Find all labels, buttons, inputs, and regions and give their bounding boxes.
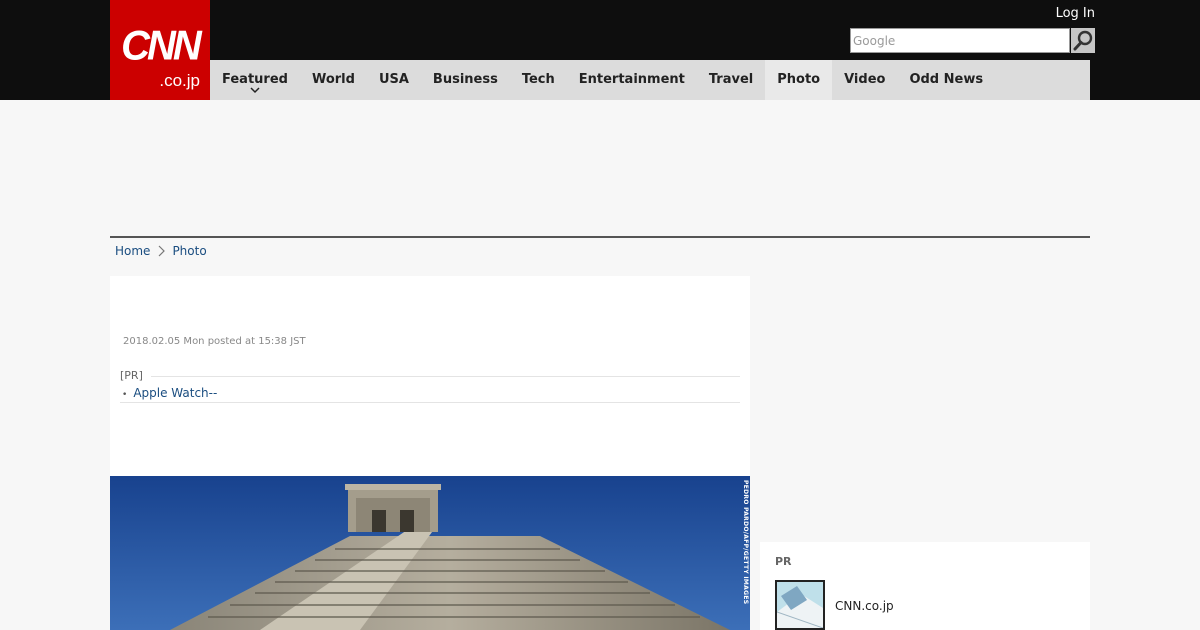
chevron-right-icon (159, 245, 166, 257)
article-photo[interactable]: PEDRO PARDO/AFP/GETTY IMAGES (110, 476, 750, 630)
pr-link[interactable]: • Apple Watch-- (122, 386, 217, 403)
posted-date: 2018.02.05 Mon posted at 15:38 JST (123, 336, 306, 347)
nav-item-usa[interactable]: USA (367, 60, 421, 100)
nav-item-travel[interactable]: Travel (697, 60, 765, 100)
mail-thumbnail-icon (777, 582, 823, 628)
chevron-down-icon (250, 87, 260, 94)
login-link[interactable]: Log In (1056, 6, 1095, 22)
section-divider (110, 236, 1090, 238)
pr-link-text: Apple Watch-- (133, 386, 218, 400)
bullet-icon: • (122, 390, 128, 400)
search-button[interactable] (1071, 28, 1095, 53)
nav-item-photo[interactable]: Photo (765, 60, 833, 100)
nav-item-odd-news[interactable]: Odd News (897, 60, 995, 100)
nav-item-video[interactable]: Video (832, 60, 897, 100)
nav-item-business[interactable]: Business (421, 60, 510, 100)
sidebar-pr-box: PR CNN.co.jp (760, 542, 1090, 630)
pr-box: [PR] • Apple Watch-- (120, 369, 740, 403)
ad-banner-area (110, 100, 1090, 236)
pr-divider (120, 376, 740, 377)
logo-main-text: CNN (121, 22, 202, 70)
cnn-logo[interactable]: CNN .co.jp (110, 0, 210, 100)
sidebar-pr-title: PR (775, 555, 792, 568)
article-panel: 2018.02.05 Mon posted at 15:38 JST [PR] … (110, 276, 750, 630)
photo-credit: PEDRO PARDO/AFP/GETTY IMAGES (742, 480, 749, 605)
logo-sub-text: .co.jp (159, 71, 200, 90)
pr-label: [PR] (120, 369, 151, 383)
search-input[interactable] (850, 28, 1070, 53)
search-icon (1073, 30, 1093, 51)
main-nav: Featured World USA Business Tech Enterta… (210, 60, 1090, 100)
pr-thumbnail[interactable] (775, 580, 825, 630)
nav-item-entertainment[interactable]: Entertainment (567, 60, 697, 100)
breadcrumb: Home Photo (115, 243, 207, 259)
nav-item-world[interactable]: World (300, 60, 367, 100)
pyramid-photo-illustration (110, 476, 750, 630)
breadcrumb-photo[interactable]: Photo (172, 243, 206, 259)
nav-item-tech[interactable]: Tech (510, 60, 567, 100)
sidebar-pr-name[interactable]: CNN.co.jp (835, 599, 894, 614)
breadcrumb-home[interactable]: Home (115, 243, 150, 259)
nav-item-featured[interactable]: Featured (210, 60, 300, 100)
